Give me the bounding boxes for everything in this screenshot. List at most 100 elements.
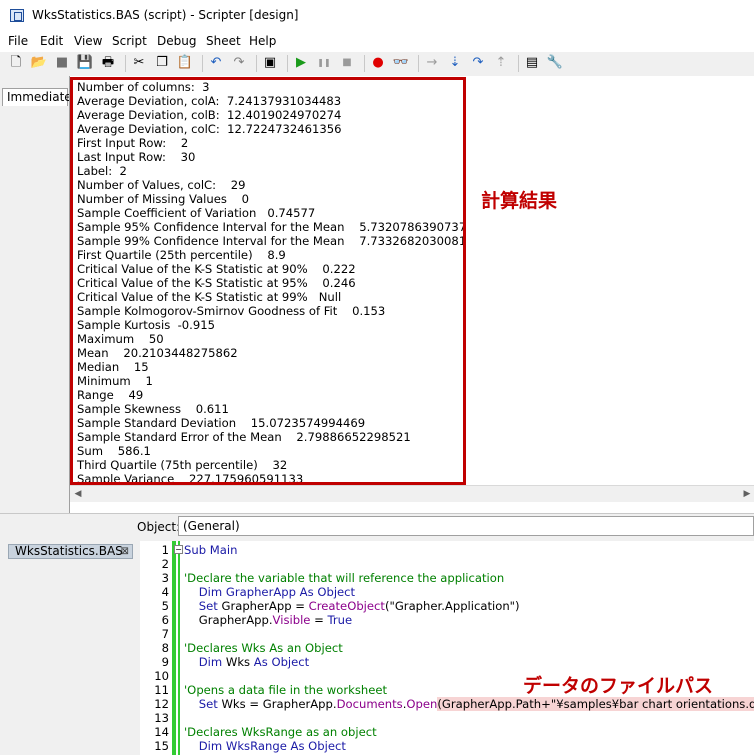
code-token: True bbox=[327, 613, 353, 627]
menu-sheet[interactable]: Sheet bbox=[206, 34, 241, 48]
line-number: 6 bbox=[161, 613, 169, 627]
cut-icon[interactable]: ✂ bbox=[131, 55, 147, 71]
line-number: 15 bbox=[154, 739, 169, 753]
immediate-window[interactable]: Number of columns: 3 Average Deviation, c… bbox=[69, 76, 754, 513]
line-number-gutter: 1 2 3 4 5 6 7 8 9 10 11 12 13 14 15 bbox=[140, 541, 170, 755]
title-bar: WksStatistics.BAS (script) - Scripter [d… bbox=[0, 0, 754, 32]
immediate-output-line: Sample Standard Error of the Mean 2.7988… bbox=[77, 430, 411, 444]
line-number: 8 bbox=[161, 641, 169, 655]
toolbar-separator bbox=[518, 55, 519, 72]
immediate-output-line: Sample Kurtosis -0.915 bbox=[77, 318, 215, 332]
code-token: 'Opens a data file in the worksheet bbox=[184, 683, 388, 697]
code-token: (GrapherApp. bbox=[437, 697, 516, 711]
tab-wksstatistics[interactable]: WksStatistics.BAS ⊠ bbox=[8, 544, 133, 559]
breakpoint-icon[interactable]: ● bbox=[370, 55, 386, 71]
line-number: 2 bbox=[161, 557, 169, 571]
copy-icon[interactable]: ❐ bbox=[154, 55, 170, 71]
code-line[interactable]: 'Opens a data file in the worksheet bbox=[184, 683, 387, 697]
line-number: 13 bbox=[154, 711, 169, 725]
run-icon[interactable]: ▶ bbox=[293, 55, 309, 71]
menu-view[interactable]: View bbox=[74, 34, 102, 48]
immediate-output-line: Average Deviation, colA: 7.2413793103448… bbox=[77, 94, 342, 108]
code-line[interactable]: Sub Main bbox=[184, 543, 237, 557]
immediate-output-line: Last Input Row: 30 bbox=[77, 150, 196, 164]
line-number: 5 bbox=[161, 599, 169, 613]
immediate-output-line: Number of Missing Values 0 bbox=[77, 192, 250, 206]
dialog-editor-icon[interactable]: ▣ bbox=[262, 55, 278, 71]
collapse-icon[interactable]: − bbox=[174, 545, 183, 554]
open-icon[interactable]: 📂 bbox=[31, 55, 47, 71]
toolbar-separator bbox=[418, 55, 419, 72]
horizontal-scrollbar[interactable]: ◀ ▶ bbox=[70, 485, 754, 502]
line-number: 4 bbox=[161, 585, 169, 599]
close-tab-icon[interactable]: ⊠ bbox=[121, 545, 129, 558]
step-out-icon[interactable]: ⇡ bbox=[493, 55, 509, 71]
file-path-annotation: データのファイルパス bbox=[523, 675, 714, 697]
immediate-output-line: Sample Coefficient of Variation 0.74577 bbox=[77, 206, 316, 220]
menu-file[interactable]: File bbox=[8, 34, 28, 48]
code-token: Sub Main bbox=[184, 543, 238, 557]
code-line[interactable]: Set Wks = GrapherApp.Documents.Open(Grap… bbox=[184, 697, 754, 711]
undo-icon[interactable]: ↶ bbox=[208, 55, 224, 71]
toolbar-separator bbox=[364, 55, 365, 72]
step-into-icon[interactable]: ⇣ bbox=[447, 55, 463, 71]
code-line[interactable]: Dim WksRange As Object bbox=[184, 739, 346, 753]
step-over-arrow-icon[interactable]: → bbox=[424, 55, 440, 71]
quick-watch-icon[interactable]: 👓 bbox=[393, 55, 409, 71]
code-token: Wks = GrapherApp. bbox=[221, 697, 337, 711]
menu-script[interactable]: Script bbox=[112, 34, 147, 48]
code-token: Set bbox=[184, 697, 222, 711]
immediate-output-line: Critical Value of the K-S Statistic at 9… bbox=[77, 290, 342, 304]
object-dropdown[interactable]: (General) bbox=[178, 516, 754, 536]
line-number: 14 bbox=[154, 725, 169, 739]
code-line[interactable]: Dim Wks As Object bbox=[184, 655, 309, 669]
immediate-output-line: Range 49 bbox=[77, 388, 144, 402]
object-label: Object: bbox=[137, 520, 181, 534]
tab-immediate[interactable]: Immediate bbox=[2, 88, 72, 106]
code-line[interactable]: GrapherApp.Visible = True bbox=[184, 613, 352, 627]
menu-debug[interactable]: Debug bbox=[157, 34, 196, 48]
line-number: 11 bbox=[154, 683, 169, 697]
paste-icon[interactable]: 📋 bbox=[177, 55, 193, 71]
code-token: 'Declares WksRange as an object bbox=[184, 725, 377, 739]
new-icon[interactable]: 🗋 bbox=[8, 55, 24, 71]
immediate-output-line: Minimum 1 bbox=[77, 374, 153, 388]
object-bar: Object: (General) bbox=[0, 513, 754, 539]
immediate-output-line: Sample Standard Deviation 15.07235749944… bbox=[77, 416, 366, 430]
results-annotation: 計算結果 bbox=[481, 190, 558, 212]
immediate-output-line: Sample Variance 227.175960591133 bbox=[77, 472, 304, 485]
toolbar-separator bbox=[256, 55, 257, 72]
code-line[interactable]: Set GrapherApp = CreateObject("Grapher.A… bbox=[184, 599, 520, 613]
code-editor[interactable]: 1 2 3 4 5 6 7 8 9 10 11 12 13 14 15 − Sub Main 'Declare… bbox=[140, 541, 754, 755]
immediate-output-line: First Quartile (25th percentile) 8.9 bbox=[77, 248, 286, 262]
code-line[interactable]: 'Declares Wks As an Object bbox=[184, 641, 343, 655]
line-number: 1 bbox=[161, 543, 169, 557]
code-token: Open bbox=[406, 697, 438, 711]
references-icon[interactable]: 🔧 bbox=[547, 55, 563, 71]
code-line[interactable]: 'Declare the variable that will referenc… bbox=[184, 571, 504, 585]
menu-bar: File Edit View Script Debug Sheet Help bbox=[0, 32, 754, 52]
code-token: = bbox=[310, 613, 328, 627]
immediate-output-line: Third Quartile (75th percentile) 32 bbox=[77, 458, 288, 472]
end-icon[interactable]: ■ bbox=[339, 55, 355, 71]
stop-square-icon[interactable]: ■ bbox=[54, 55, 70, 71]
immediate-output-line: Sum 586.1 bbox=[77, 444, 151, 458]
scroll-left-icon[interactable]: ◀ bbox=[70, 486, 86, 502]
toolbar: 🗋 📂 ■ 💾 🖶 ✂ ❐ 📋 ↶ ↷ ▣ ▶ ❚❚ ■ ● 👓 → ⇣ ↷ ⇡ ▤ 🔧 bbox=[0, 52, 754, 76]
code-token: Set bbox=[184, 599, 222, 613]
pause-icon[interactable]: ❚❚ bbox=[316, 55, 332, 71]
code-token: CreateObject bbox=[308, 599, 385, 613]
menu-help[interactable]: Help bbox=[249, 34, 276, 48]
code-token: Documents bbox=[336, 697, 403, 711]
step-over-icon[interactable]: ↷ bbox=[470, 55, 486, 71]
code-line[interactable]: Dim GrapherApp As Object bbox=[184, 585, 355, 599]
code-line[interactable]: 'Declares WksRange as an object bbox=[184, 725, 377, 739]
print-icon[interactable]: 🖶 bbox=[100, 55, 116, 71]
userdialog-icon[interactable]: ▤ bbox=[524, 55, 540, 71]
save-icon[interactable]: 💾 bbox=[77, 55, 93, 71]
scroll-right-icon[interactable]: ▶ bbox=[739, 486, 754, 502]
code-token: 'Declare the variable that will referenc… bbox=[184, 571, 505, 585]
redo-icon[interactable]: ↷ bbox=[231, 55, 247, 71]
menu-edit[interactable]: Edit bbox=[40, 34, 63, 48]
code-token: Wks bbox=[225, 655, 254, 669]
